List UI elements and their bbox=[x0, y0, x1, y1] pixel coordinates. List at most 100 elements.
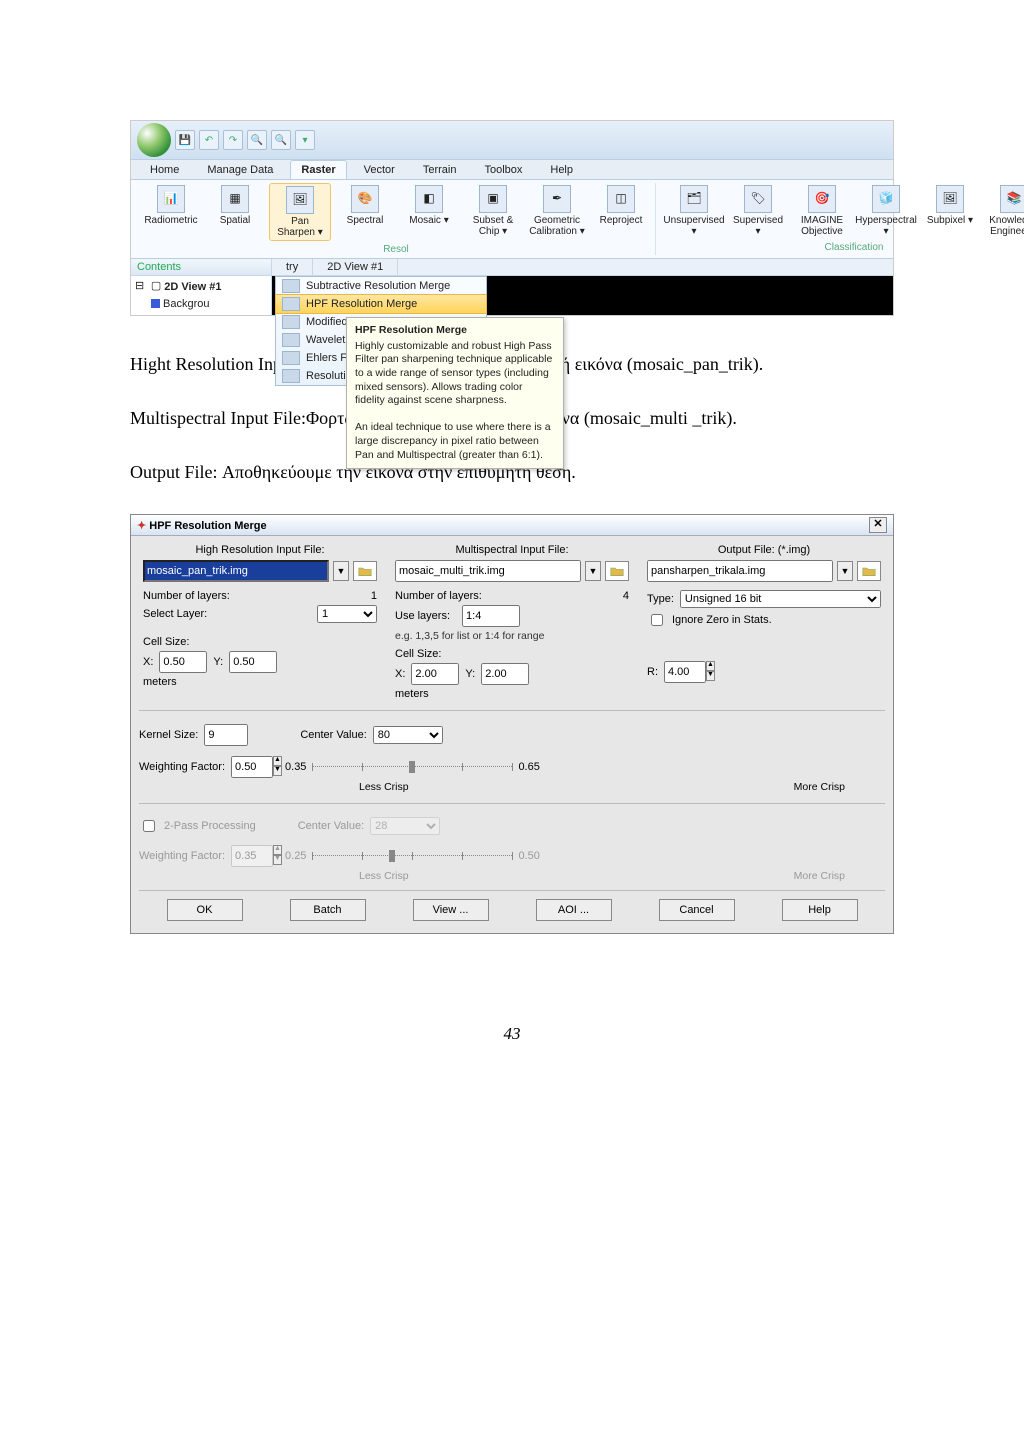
contents-tree[interactable]: ⊟ ▢2D View #1 Backgrou bbox=[131, 276, 271, 315]
output-file-input[interactable] bbox=[647, 560, 833, 582]
menu-icon bbox=[282, 369, 300, 383]
weighting-factor-spinner[interactable]: ▲▼ bbox=[231, 756, 279, 778]
kernel-section: Kernel Size: Center Value: 80 Weighting … bbox=[139, 710, 885, 793]
cell-x-high-input[interactable] bbox=[159, 651, 207, 673]
open-file-icon[interactable] bbox=[857, 561, 881, 581]
cell-y-high-input[interactable] bbox=[229, 651, 277, 673]
geometric-icon: ✒ bbox=[543, 185, 571, 213]
page-number: 43 bbox=[130, 1024, 894, 1044]
output-column: Output File: (*.img) ▼ Type: Unsigned 16… bbox=[643, 544, 885, 700]
subpixel-button[interactable]: 🖼Subpixel ▾ bbox=[920, 183, 980, 239]
multi-title: Multispectral Input File: bbox=[395, 544, 629, 556]
wf2-max: 0.50 bbox=[518, 850, 539, 862]
mosaic-button[interactable]: ◧Mosaic ▾ bbox=[399, 183, 459, 241]
tab-raster[interactable]: Raster bbox=[290, 160, 346, 179]
zoom-in-icon[interactable]: 🔍 bbox=[247, 130, 267, 150]
redo-icon[interactable]: ↷ bbox=[223, 130, 243, 150]
reproject-button[interactable]: ◫Reproject bbox=[591, 183, 651, 241]
weighting-2-slider bbox=[312, 849, 512, 863]
spectral-button[interactable]: 🎨Spectral bbox=[335, 183, 395, 241]
ignore-zero-checkbox[interactable] bbox=[651, 614, 663, 626]
knowledge-engineer-button[interactable]: 📚Knowledge Engineer ▾ bbox=[984, 183, 1024, 239]
dropdown-icon[interactable]: ▼ bbox=[837, 561, 853, 581]
menu-icon bbox=[282, 351, 300, 365]
dropdown-icon[interactable]: ▼ bbox=[333, 561, 349, 581]
kernel-size-input[interactable] bbox=[204, 724, 248, 746]
spatial-button[interactable]: ▦Spatial bbox=[205, 183, 265, 241]
aoi-button[interactable]: AOI ... bbox=[536, 899, 612, 921]
tab-home[interactable]: Home bbox=[139, 160, 190, 179]
tab-terrain[interactable]: Terrain bbox=[412, 160, 468, 179]
imagine-objective-button[interactable]: 🎯IMAGINE Objective bbox=[792, 183, 852, 239]
2d-view-canvas[interactable]: Subtractive Resolution Merge HPF Resolut… bbox=[272, 276, 893, 315]
hyperspectral-button[interactable]: 🧊Hyperspectral ▾ bbox=[856, 183, 916, 239]
type-dropdown[interactable]: Unsigned 16 bit bbox=[680, 590, 881, 608]
high-res-file-input[interactable] bbox=[143, 560, 329, 582]
app-icon: ✦ bbox=[137, 520, 146, 532]
wf-min: 0.35 bbox=[285, 761, 306, 773]
multi-file-input[interactable] bbox=[395, 560, 581, 582]
ignore-zero-label: Ignore Zero in Stats. bbox=[672, 614, 772, 626]
center-value-dropdown[interactable]: 80 bbox=[373, 726, 443, 744]
geometric-calibration-button[interactable]: ✒Geometric Calibration ▾ bbox=[527, 183, 587, 241]
tab-manage-data[interactable]: Manage Data bbox=[196, 160, 284, 179]
undo-icon[interactable]: ↶ bbox=[199, 130, 219, 150]
zoom-out-icon[interactable]: 🔍 bbox=[271, 130, 291, 150]
cell-size-multi-label: Cell Size: bbox=[395, 648, 629, 660]
dropdown-icon[interactable]: ▼ bbox=[585, 561, 601, 581]
r-spinner[interactable]: ▲▼ bbox=[664, 661, 712, 683]
view-tab-2dview[interactable]: 2D View #1 bbox=[313, 259, 398, 275]
ok-button[interactable]: OK bbox=[167, 899, 243, 921]
tree-root-row[interactable]: ⊟ ▢2D View #1 bbox=[135, 279, 267, 296]
menu-subtractive[interactable]: Subtractive Resolution Merge bbox=[276, 277, 486, 295]
y-label: Y: bbox=[465, 668, 475, 680]
num-layers-high-value: 1 bbox=[371, 590, 377, 602]
cell-y-multi-input[interactable] bbox=[481, 663, 529, 685]
select-layer-dropdown[interactable]: 1 bbox=[317, 605, 377, 623]
ribbon-tabs: Home Manage Data Raster Vector Terrain T… bbox=[131, 160, 893, 179]
meters-label: meters bbox=[395, 688, 629, 700]
subpixel-icon: 🖼 bbox=[936, 185, 964, 213]
view-button[interactable]: View ... bbox=[413, 899, 489, 921]
tab-vector[interactable]: Vector bbox=[353, 160, 406, 179]
select-layer-label: Select Layer: bbox=[143, 608, 207, 620]
radiometric-button[interactable]: 📊Radiometric bbox=[141, 183, 201, 241]
batch-button[interactable]: Batch bbox=[290, 899, 366, 921]
save-icon[interactable]: 💾 bbox=[175, 130, 195, 150]
knowledge-icon: 📚 bbox=[1000, 185, 1024, 213]
qat-dropdown-icon[interactable]: ▾ bbox=[295, 130, 315, 150]
contents-title: Contents bbox=[131, 259, 271, 276]
tab-help[interactable]: Help bbox=[539, 160, 584, 179]
high-res-column: High Resolution Input File: ▼ Number of … bbox=[139, 544, 381, 700]
pan-sharpen-icon: 🖼 bbox=[286, 186, 314, 214]
wf-max: 0.65 bbox=[518, 761, 539, 773]
unsupervised-button[interactable]: 🗂Unsupervised ▾ bbox=[664, 183, 724, 239]
more-crisp-label: More Crisp bbox=[794, 781, 845, 793]
cell-x-multi-input[interactable] bbox=[411, 663, 459, 685]
num-layers-multi-label: Number of layers: bbox=[395, 590, 482, 602]
center-value-label: Center Value: bbox=[300, 729, 366, 741]
menu-hpf[interactable]: HPF Resolution Merge bbox=[275, 294, 487, 314]
help-button[interactable]: Help bbox=[782, 899, 858, 921]
open-file-icon[interactable] bbox=[353, 561, 377, 581]
use-layers-input[interactable] bbox=[462, 605, 520, 627]
supervised-button[interactable]: 🏷Supervised ▾ bbox=[728, 183, 788, 239]
pan-sharpen-button[interactable]: 🖼Pan Sharpen ▾ bbox=[269, 183, 331, 241]
view-tab-try[interactable]: try bbox=[272, 259, 313, 275]
subset-chip-button[interactable]: ▣Subset & Chip ▾ bbox=[463, 183, 523, 241]
app-orb-icon[interactable] bbox=[137, 123, 171, 157]
output-title: Output File: (*.img) bbox=[647, 544, 881, 556]
tab-toolbox[interactable]: Toolbox bbox=[473, 160, 533, 179]
num-layers-multi-value: 4 bbox=[623, 590, 629, 602]
close-button[interactable]: ✕ bbox=[869, 517, 887, 533]
group-caption-left: Resol bbox=[383, 241, 409, 255]
weighting-slider[interactable] bbox=[312, 760, 512, 774]
cancel-button[interactable]: Cancel bbox=[659, 899, 735, 921]
use-layers-hint: e.g. 1,3,5 for list or 1:4 for range bbox=[395, 630, 629, 642]
kernel-size-label: Kernel Size: bbox=[139, 729, 198, 741]
objective-icon: 🎯 bbox=[808, 185, 836, 213]
two-pass-checkbox[interactable] bbox=[143, 820, 155, 832]
menu-icon bbox=[282, 297, 300, 311]
tree-child-row[interactable]: Backgrou bbox=[135, 296, 267, 313]
open-file-icon[interactable] bbox=[605, 561, 629, 581]
